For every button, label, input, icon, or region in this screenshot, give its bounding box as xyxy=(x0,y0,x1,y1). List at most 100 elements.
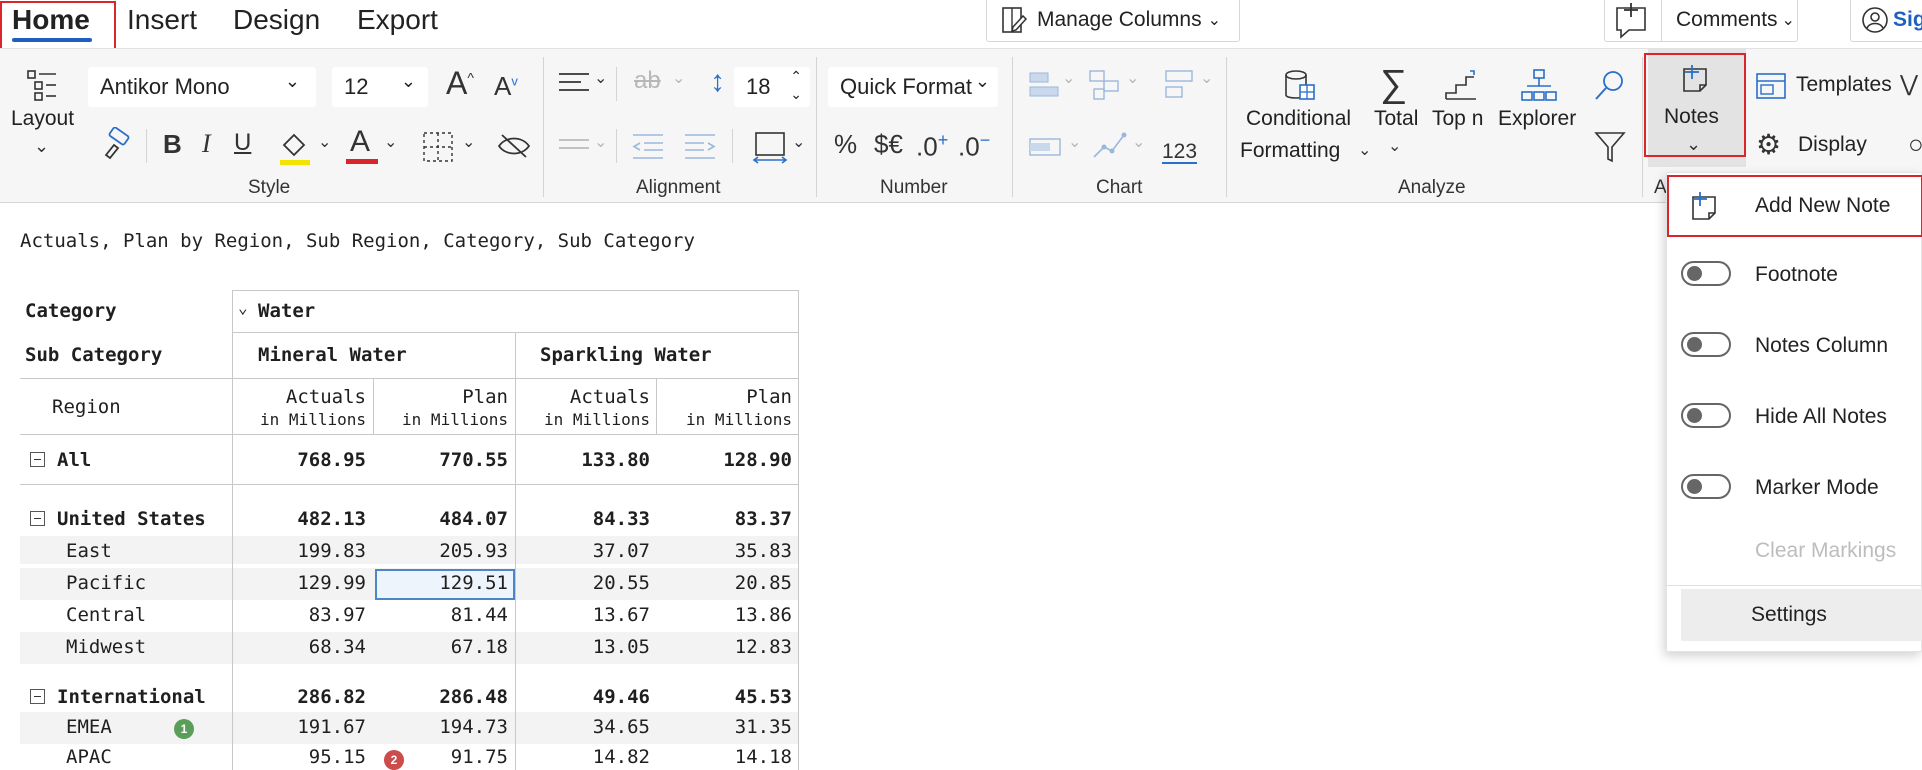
tab-export[interactable]: Export xyxy=(357,4,438,36)
percent-button[interactable]: % xyxy=(834,131,857,157)
tab-insert[interactable]: Insert xyxy=(127,4,197,36)
bar-chart-icon[interactable] xyxy=(1026,67,1062,103)
collapse-icon[interactable] xyxy=(30,689,45,704)
table-cell[interactable]: 20.55 xyxy=(518,572,650,594)
font-family-select[interactable]: Antikor Mono ⌄ xyxy=(88,67,316,107)
currency-button[interactable]: $€ xyxy=(874,131,903,157)
layout-icon[interactable] xyxy=(24,67,60,103)
table-cell[interactable]: 14.82 xyxy=(518,746,650,768)
table-cell[interactable]: 45.53 xyxy=(660,686,792,708)
explorer-label[interactable]: Explorer xyxy=(1498,107,1576,131)
tab-design[interactable]: Design xyxy=(233,4,320,36)
table-cell[interactable]: 205.93 xyxy=(378,540,508,562)
chevron-down-icon[interactable]: ⌄ xyxy=(594,135,607,151)
table-cell[interactable]: 13.86 xyxy=(660,604,792,626)
chevron-down-icon[interactable]: ⌄ xyxy=(1126,71,1139,87)
table-cell[interactable]: 484.07 xyxy=(378,508,508,530)
stepper-icon[interactable]: ⌃ ⌄ xyxy=(790,67,802,103)
chevron-down-icon[interactable]: ⌄ xyxy=(1062,71,1075,87)
chevron-down-icon[interactable]: ⌄ xyxy=(462,135,475,151)
gear-icon[interactable]: ⚙ xyxy=(1756,131,1781,159)
table-cell[interactable]: 129.99 xyxy=(236,572,366,594)
sum-icon[interactable]: ∑ xyxy=(1380,65,1407,103)
table-cell[interactable]: 128.90 xyxy=(660,449,792,471)
manage-columns-button[interactable]: Manage Columns ⌄ xyxy=(986,0,1240,42)
table-cell[interactable]: 12.83 xyxy=(660,636,792,658)
variance-chart-icon[interactable] xyxy=(1160,67,1200,103)
note-badge-1[interactable]: 1 xyxy=(174,719,194,739)
hide-eye-icon[interactable] xyxy=(496,131,532,161)
top-n-icon[interactable] xyxy=(1442,67,1480,105)
number-format-123-button[interactable]: 123 xyxy=(1162,141,1198,164)
explorer-icon[interactable] xyxy=(1520,67,1558,105)
table-cell[interactable]: 68.34 xyxy=(236,636,366,658)
cell-padding-icon[interactable] xyxy=(750,129,790,165)
increase-decimal-icon[interactable]: .0+ xyxy=(916,131,948,160)
sign-in-button[interactable]: Sig xyxy=(1850,0,1922,42)
expand-icon[interactable]: ⋁ xyxy=(1900,73,1918,95)
table-cell[interactable]: 191.67 xyxy=(236,716,366,738)
hide-all-notes-toggle[interactable] xyxy=(1681,403,1731,428)
wrap-text-icon[interactable]: ab xyxy=(634,69,661,93)
footnote-toggle[interactable] xyxy=(1681,261,1731,286)
format-painter-icon[interactable] xyxy=(98,127,132,161)
borders-icon[interactable] xyxy=(420,129,456,165)
decrease-indent-icon[interactable] xyxy=(630,129,666,163)
waterfall-chart-icon[interactable] xyxy=(1086,67,1126,103)
templates-icon[interactable] xyxy=(1754,71,1788,101)
table-cell[interactable]: 31.35 xyxy=(660,716,792,738)
increase-font-icon[interactable]: A^ xyxy=(446,67,474,99)
bullet-chart-icon[interactable] xyxy=(1026,131,1066,163)
line-chart-icon[interactable] xyxy=(1090,129,1130,163)
decrease-decimal-icon[interactable]: .0− xyxy=(958,131,990,160)
templates-label[interactable]: Templates xyxy=(1796,73,1892,97)
collapse-chevron-icon[interactable]: ⌄ xyxy=(238,298,248,317)
table-cell[interactable]: 20.85 xyxy=(660,572,792,594)
table-cell[interactable]: 95.15 xyxy=(236,746,366,768)
bold-button[interactable]: B xyxy=(163,131,182,157)
chevron-down-icon[interactable]: ⌄ xyxy=(792,135,805,151)
marker-mode-item[interactable]: Marker Mode xyxy=(1667,460,1922,516)
add-comment-icon[interactable] xyxy=(1605,0,1661,40)
chevron-down-icon[interactable]: ⌄ xyxy=(1358,143,1371,159)
filter-icon[interactable] xyxy=(1592,129,1628,165)
italic-button[interactable]: I xyxy=(202,131,211,157)
search-icon[interactable] xyxy=(1592,67,1628,103)
table-cell[interactable]: 14.18 xyxy=(660,746,792,768)
chevron-down-icon[interactable]: ⌄ xyxy=(1132,135,1145,151)
conditional-formatting-icon[interactable] xyxy=(1280,67,1318,105)
comments-label[interactable]: Comments xyxy=(1676,8,1778,32)
table-cell[interactable]: 83.97 xyxy=(236,604,366,626)
note-badge-2[interactable]: 2 xyxy=(384,750,404,770)
collapse-icon[interactable] xyxy=(30,452,45,467)
partial-circle-icon[interactable]: ○ xyxy=(1908,131,1922,157)
settings-button[interactable]: Settings xyxy=(1681,589,1922,641)
notes-column-toggle[interactable] xyxy=(1681,332,1731,357)
chevron-down-icon[interactable]: ⌄ xyxy=(318,135,331,151)
layout-label[interactable]: Layout xyxy=(11,107,74,131)
font-color-icon[interactable]: A xyxy=(350,127,370,157)
chevron-down-icon[interactable]: ⌄ xyxy=(1068,135,1081,151)
notes-column-item[interactable]: Notes Column xyxy=(1667,318,1922,374)
marker-mode-toggle[interactable] xyxy=(1681,474,1731,499)
chevron-down-icon[interactable]: ⌄ xyxy=(34,137,49,155)
line-height-icon[interactable]: ↕ xyxy=(710,67,725,97)
chevron-down-icon[interactable]: ⌄ xyxy=(1388,139,1401,155)
line-height-field[interactable]: 18 ⌃ ⌄ xyxy=(734,67,810,107)
conditional-formatting-label-1[interactable]: Conditional xyxy=(1246,107,1351,131)
table-cell[interactable]: 768.95 xyxy=(236,449,366,471)
table-cell[interactable]: 199.83 xyxy=(236,540,366,562)
chevron-down-icon[interactable]: ⌄ xyxy=(384,135,397,151)
table-cell[interactable]: 81.44 xyxy=(378,604,508,626)
table-cell[interactable]: 194.73 xyxy=(378,716,508,738)
top-n-label[interactable]: Top n xyxy=(1432,107,1483,131)
chevron-down-icon[interactable]: ⌄ xyxy=(594,71,607,87)
table-cell[interactable]: 482.13 xyxy=(236,508,366,530)
table-cell[interactable]: 37.07 xyxy=(518,540,650,562)
conditional-formatting-label-2[interactable]: Formatting xyxy=(1240,139,1340,163)
table-cell[interactable]: 84.33 xyxy=(518,508,650,530)
total-label[interactable]: Total xyxy=(1374,107,1418,131)
table-cell[interactable]: 770.55 xyxy=(378,449,508,471)
table-cell[interactable]: 13.05 xyxy=(518,636,650,658)
table-cell[interactable]: 286.48 xyxy=(378,686,508,708)
